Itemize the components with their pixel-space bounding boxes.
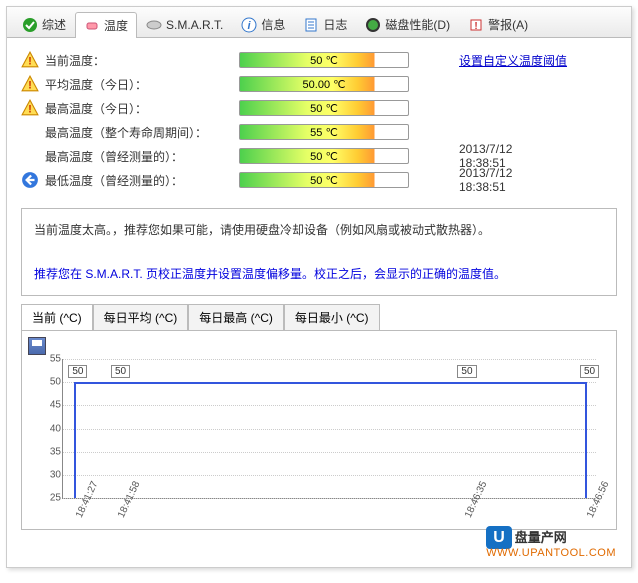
tab-label: 温度 <box>104 17 128 34</box>
data-point-label: 50 <box>68 365 87 378</box>
bar-value: 50 ℃ <box>240 53 408 69</box>
row-label: 最高温度（整个寿命周期间）： <box>39 124 239 141</box>
logo-u: U <box>486 526 512 549</box>
main-tabs: 综述 温度 S.M.A.R.T. i信息 日志 磁盘性能(D) ! 警报(A) <box>7 7 631 38</box>
temp-bar: 55 ℃ <box>239 124 419 140</box>
row-label: 平均温度（今日）： <box>39 76 239 93</box>
eraser-icon <box>84 18 100 34</box>
y-tick-label: 35 <box>41 446 61 457</box>
chart-area: 2530354045505518:41:2718:41:5818:46:3518… <box>62 359 596 499</box>
x-tick-label: 18:46:56 <box>585 480 611 520</box>
temp-row: ! 平均温度（今日）：50.00 ℃ <box>21 72 617 96</box>
bar-value: 50 ℃ <box>240 149 408 165</box>
row-label: 当前温度： <box>39 52 239 69</box>
svg-text:!: ! <box>28 104 32 116</box>
temp-row: 最高温度（整个寿命周期间）：55 ℃ <box>21 120 617 144</box>
svg-text:!: ! <box>28 56 32 68</box>
warning-icon: ! <box>21 99 39 117</box>
tab-label: 信息 <box>261 16 285 33</box>
y-tick-label: 50 <box>41 377 61 388</box>
bar-value: 50 ℃ <box>240 101 408 117</box>
tab-overview[interactable]: 综述 <box>13 11 75 37</box>
temp-bar: 50 ℃ <box>239 52 419 68</box>
row-label: 最低温度（曾经测量的）： <box>39 172 239 189</box>
tab-temperature[interactable]: 温度 <box>75 12 137 38</box>
chart-tab-dailymax[interactable]: 每日最高 (^C) <box>188 304 284 330</box>
temp-bar: 50 ℃ <box>239 100 419 116</box>
drive-icon <box>146 17 162 33</box>
warning-icon: ! <box>21 51 39 69</box>
svg-text:!: ! <box>28 80 32 92</box>
threshold-link[interactable]: 设置自定义温度阈值 <box>419 52 567 69</box>
chart-tab-current[interactable]: 当前 (^C) <box>21 304 93 330</box>
document-icon <box>303 17 319 33</box>
tab-smart[interactable]: S.M.A.R.T. <box>137 11 232 37</box>
temp-bar: 50 ℃ <box>239 148 419 164</box>
x-tick-label: 18:41:27 <box>74 480 100 520</box>
tab-log[interactable]: 日志 <box>294 11 356 37</box>
y-tick-label: 30 <box>41 469 61 480</box>
y-tick-label: 45 <box>41 400 61 411</box>
save-icon[interactable] <box>28 337 46 355</box>
warning-icon: ! <box>21 75 39 93</box>
temp-row: ! 最高温度（今日）：50 ℃ <box>21 96 617 120</box>
check-icon <box>22 17 38 33</box>
back-arrow-icon <box>21 171 39 189</box>
bar-value: 50 ℃ <box>240 173 408 189</box>
tab-label: 警报(A) <box>488 16 528 33</box>
logo-url: WWW.UPANTOOL.COM <box>486 547 616 559</box>
tab-label: 磁盘性能(D) <box>385 16 450 33</box>
message-line2: 推荐您在 S.M.A.R.T. 页校正温度并设置温度偏移量。校正之后，会显示的正… <box>34 263 604 285</box>
x-tick-label: 18:41:58 <box>116 480 142 520</box>
tab-label: 日志 <box>323 16 347 33</box>
tab-label: 综述 <box>42 16 66 33</box>
footer-logo: U盘量产网 WWW.UPANTOOL.COM <box>486 527 616 559</box>
info-icon: i <box>241 17 257 33</box>
svg-text:!: ! <box>474 21 477 32</box>
bar-value: 50.00 ℃ <box>240 77 408 93</box>
temp-row: 最高温度（曾经测量的）：50 ℃2013/7/12 18:38:51 <box>21 144 617 168</box>
message-line1: 当前温度太高。，推荐您如果可能，请使用硬盘冷却设备（例如风扇或被动式散热器）。 <box>34 219 604 241</box>
chart-box: 25 30 35 40 45 50 55 18:41:27 18:41:58 18:46:35 18… <box>21 330 617 530</box>
chart-tab-dailyavg[interactable]: 每日平均 (^C) <box>93 304 189 330</box>
row-label: 最高温度（今日）： <box>39 100 239 117</box>
logo-text: 盘量产网 <box>515 530 567 545</box>
row-timestamp: 2013/7/12 18:38:51 <box>419 166 559 194</box>
gauge-icon <box>365 17 381 33</box>
temp-bar: 50 ℃ <box>239 172 419 188</box>
tab-info[interactable]: i信息 <box>232 11 294 37</box>
data-point-label: 50 <box>580 365 599 378</box>
row-label: 最高温度（曾经测量的）： <box>39 148 239 165</box>
tab-label: S.M.A.R.T. <box>166 18 223 32</box>
tab-diskperf[interactable]: 磁盘性能(D) <box>356 11 459 37</box>
temperature-panel: !当前温度：50 ℃设置自定义温度阈值!平均温度（今日）：50.00 ℃!最高温… <box>7 38 631 202</box>
temp-bar: 50.00 ℃ <box>239 76 419 92</box>
data-point-label: 50 <box>111 365 130 378</box>
alert-icon: ! <box>468 17 484 33</box>
y-tick-label: 25 <box>41 493 61 504</box>
tab-alerts[interactable]: ! 警报(A) <box>459 11 537 37</box>
temp-row: 最低温度（曾经测量的）：50 ℃ 2013/7/12 18:38:51 <box>21 168 617 192</box>
y-tick-label: 40 <box>41 423 61 434</box>
chart-tabs: 当前 (^C) 每日平均 (^C) 每日最高 (^C) 每日最小 (^C) <box>21 304 617 330</box>
message-box: 当前温度太高。，推荐您如果可能，请使用硬盘冷却设备（例如风扇或被动式散热器）。 … <box>21 208 617 296</box>
chart-tab-dailymin[interactable]: 每日最小 (^C) <box>284 304 380 330</box>
y-tick-label: 55 <box>41 354 61 365</box>
bar-value: 55 ℃ <box>240 125 408 141</box>
data-point-label: 50 <box>457 365 476 378</box>
x-tick-label: 18:46:35 <box>463 480 489 520</box>
temp-row: ! 当前温度：50 ℃ 设置自定义温度阈值 <box>21 48 617 72</box>
